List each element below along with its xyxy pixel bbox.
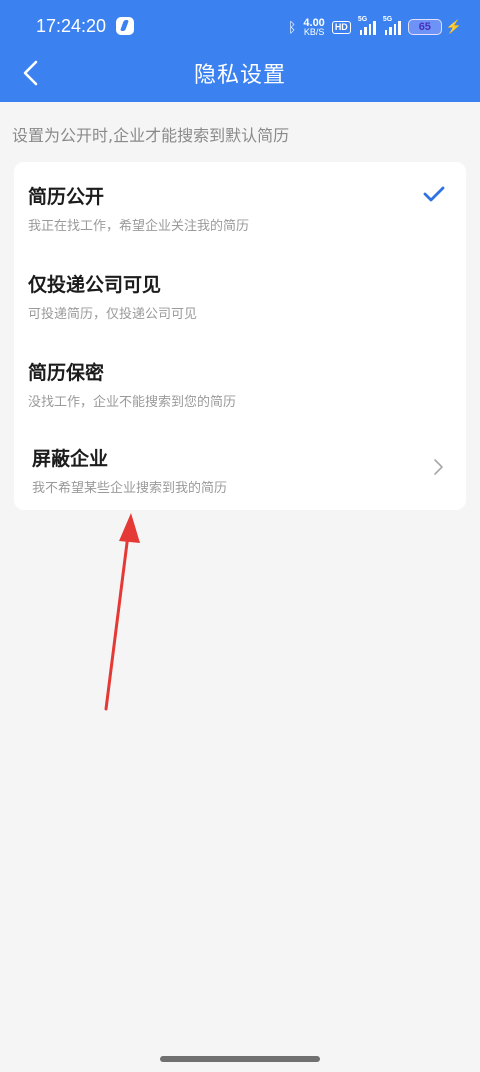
option-title: 屏蔽企业 <box>32 448 109 470</box>
option-resume-private[interactable]: 简历保密 没找工作，企业不能搜索到您的简历 <box>14 338 466 426</box>
battery-icon: 65 <box>407 19 442 35</box>
privacy-hint-text: 设置为公开时,企业才能搜索到默认简历 <box>12 126 290 145</box>
checkmark-icon <box>423 186 445 202</box>
option-subtitle: 没找工作，企业不能搜索到您的简历 <box>28 395 237 410</box>
option-subtitle: 我不希望某些企业搜索到我的简历 <box>32 481 228 496</box>
status-bar: 17:24:20 ᛒ 4.00 KB/S HD 5G 5G 65 ⚡ <box>0 0 480 56</box>
home-indicator[interactable] <box>160 1056 320 1062</box>
chevron-right-icon <box>434 459 443 475</box>
option-title: 简历公开 <box>28 186 105 208</box>
hd-voice-icon: HD <box>331 20 351 34</box>
page-title: 隐私设置 <box>193 63 286 88</box>
network-speed: 4.00 KB/S <box>303 17 325 37</box>
option-resume-public[interactable]: 简历公开 我正在找工作，希望企业关注我的简历 <box>14 162 466 250</box>
status-time: 17:24:20 <box>36 16 107 36</box>
signal-icon-sim1: 5G <box>358 16 376 35</box>
signal-icon-sim2: 5G <box>383 16 401 35</box>
option-subtitle: 我正在找工作，希望企业关注我的简历 <box>28 219 250 234</box>
option-subtitle: 可投递简历，仅投递公司可见 <box>28 307 198 322</box>
privacy-options-card: 简历公开 我正在找工作，希望企业关注我的简历 仅投递公司可见 可投递简历，仅投递… <box>14 162 466 510</box>
option-title: 仅投递公司可见 <box>28 274 162 296</box>
option-block-companies[interactable]: 屏蔽企业 我不希望某些企业搜索到我的简历 <box>14 424 466 512</box>
status-icons: ᛒ 4.00 KB/S HD 5G 5G 65 ⚡ <box>288 16 462 38</box>
notification-app-icon <box>116 17 134 35</box>
annotation-arrow <box>104 513 140 711</box>
charging-icon: ⚡ <box>445 19 462 34</box>
bluetooth-icon: ᛒ <box>287 19 297 35</box>
app-header: 17:24:20 ᛒ 4.00 KB/S HD 5G 5G 65 ⚡ 隐私设置 <box>0 0 480 102</box>
option-visible-to-applied[interactable]: 仅投递公司可见 可投递简历，仅投递公司可见 <box>14 250 466 338</box>
option-title: 简历保密 <box>28 362 105 384</box>
